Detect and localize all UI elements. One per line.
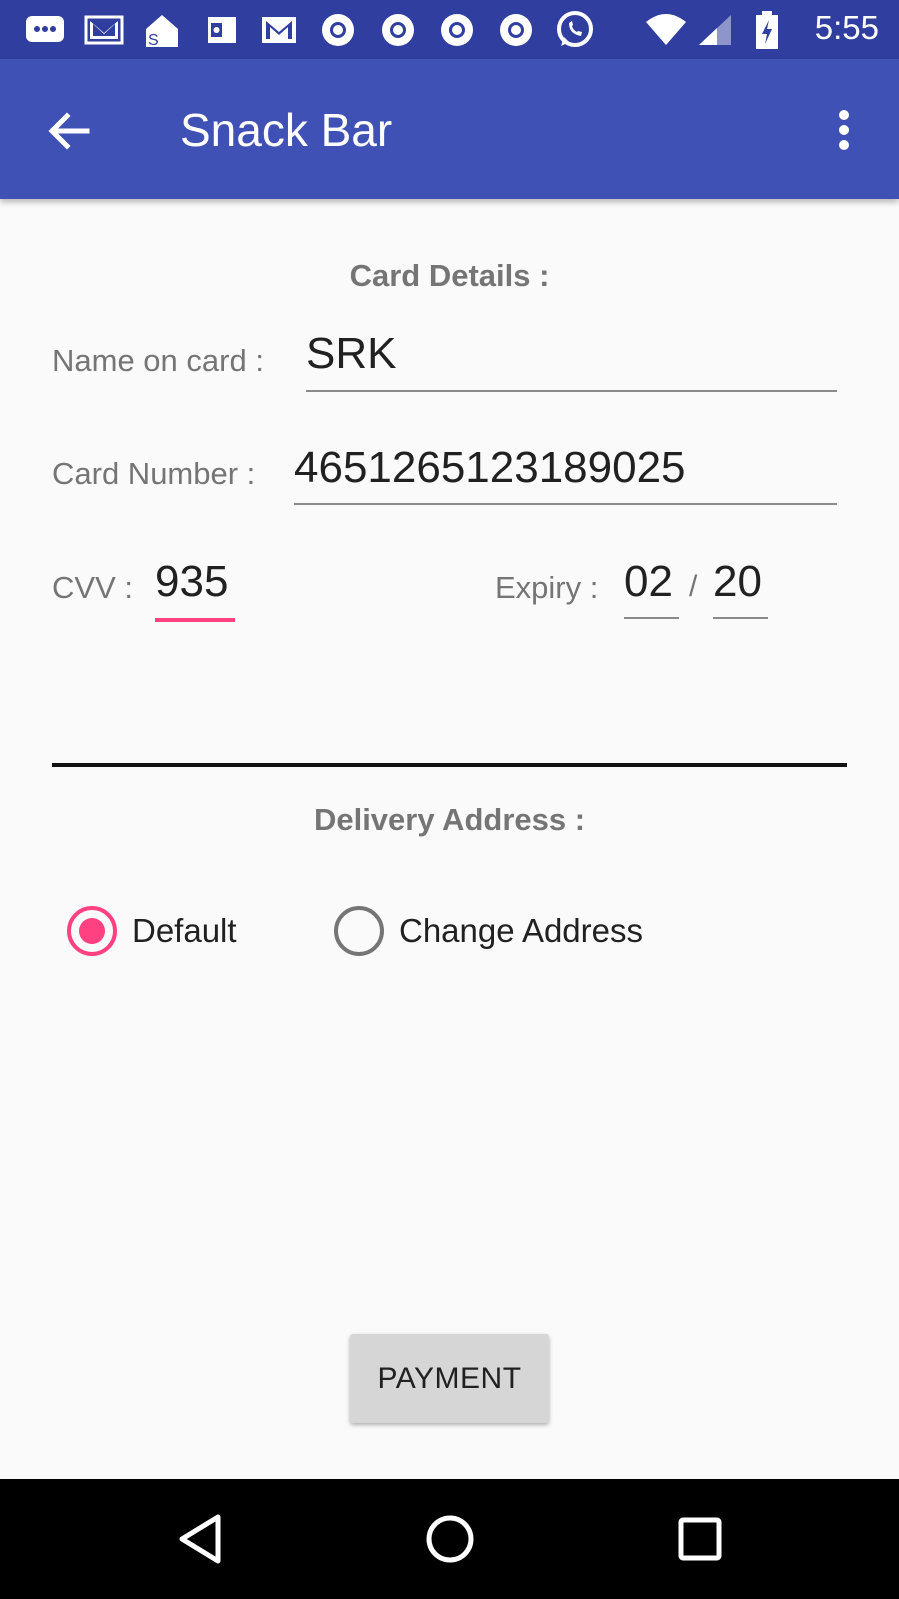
- outlook-icon: [202, 10, 242, 50]
- nav-back-icon[interactable]: [170, 1509, 230, 1569]
- radio-checked-icon: [67, 906, 117, 956]
- app-bar: Snack Bar: [0, 59, 899, 199]
- cvv-field[interactable]: 935: [155, 556, 235, 622]
- battery-icon: [752, 10, 782, 50]
- gmail-icon: [84, 10, 124, 50]
- name-on-card-field[interactable]: SRK: [306, 328, 837, 392]
- status-time: 5:55: [814, 9, 879, 46]
- card-number-label: Card Number :: [52, 456, 256, 491]
- radio-change-address-label: Change Address: [399, 912, 644, 949]
- name-on-card-label: Name on card :: [52, 343, 264, 378]
- cvv-label: CVV :: [52, 570, 133, 605]
- nav-home-icon[interactable]: [420, 1509, 480, 1569]
- card-number-field[interactable]: 4651265123189025: [294, 442, 837, 505]
- page-title: Snack Bar: [180, 104, 393, 156]
- delivery-address-title: Delivery Address :: [313, 802, 586, 837]
- nav-recents-icon[interactable]: [670, 1509, 730, 1569]
- chrome-icon: [437, 10, 477, 50]
- navigation-bar: [0, 1479, 899, 1599]
- chrome-icon: [496, 10, 536, 50]
- chrome-icon: [378, 10, 418, 50]
- radio-default[interactable]: Default: [67, 906, 237, 956]
- whatsapp-icon: [555, 10, 595, 50]
- radio-change-address[interactable]: Change Address: [334, 906, 643, 956]
- radio-unchecked-icon: [334, 906, 384, 956]
- svg-text:S: S: [148, 32, 159, 49]
- wifi-icon: [645, 10, 687, 50]
- payment-button[interactable]: PAYMENT: [350, 1334, 549, 1423]
- mail-icon: S: [142, 10, 182, 50]
- more-vert-icon[interactable]: [829, 105, 859, 155]
- chrome-icon: [318, 10, 358, 50]
- radio-default-label: Default: [132, 912, 237, 949]
- expiry-month-field[interactable]: 02: [624, 556, 679, 619]
- expiry-year-field[interactable]: 20: [713, 556, 768, 619]
- expiry-label: Expiry :: [495, 570, 599, 605]
- gmail-icon: [259, 10, 299, 50]
- status-bar: S 5:55: [0, 0, 899, 59]
- expiry-separator: /: [689, 570, 698, 603]
- arrow-back-icon[interactable]: [42, 104, 96, 158]
- signal-icon: [695, 10, 735, 50]
- section-divider: [52, 763, 847, 767]
- card-details-title: Card Details :: [349, 258, 550, 293]
- message-icon: [25, 10, 65, 50]
